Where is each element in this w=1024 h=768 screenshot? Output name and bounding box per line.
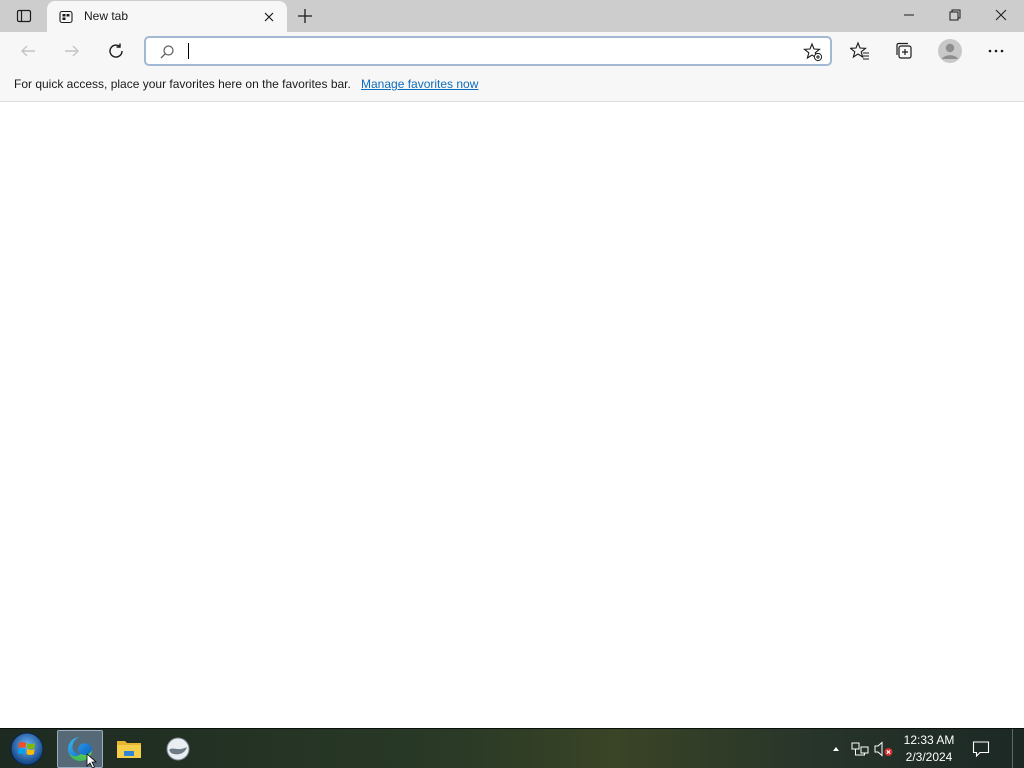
tab-close-button[interactable] <box>260 8 278 26</box>
refresh-button[interactable] <box>102 37 130 65</box>
tab-strip: New tab <box>0 0 1024 32</box>
tab-title: New tab <box>84 9 129 23</box>
address-input[interactable] <box>186 41 786 61</box>
favorites-icon <box>850 41 869 60</box>
page-content <box>0 103 1024 728</box>
tab-new-tab[interactable]: New tab <box>47 1 287 32</box>
close-icon <box>264 12 274 22</box>
volume-button[interactable] <box>874 739 894 759</box>
close-icon <box>995 9 1007 21</box>
taskbar-app[interactable] <box>155 730 201 768</box>
volume-muted-icon <box>874 741 893 757</box>
favorites-bar: For quick access, place your favorites h… <box>0 70 1024 102</box>
tab-actions-icon <box>16 9 32 23</box>
text-caret <box>188 43 189 59</box>
manage-favorites-link[interactable]: Manage favorites now <box>361 77 478 91</box>
profile-button[interactable] <box>936 37 964 65</box>
show-hidden-icons-button[interactable] <box>826 739 846 759</box>
action-center-button[interactable] <box>966 737 996 761</box>
minimize-icon <box>904 14 914 16</box>
clock-date: 2/3/2024 <box>905 750 953 764</box>
favorites-button[interactable] <box>846 37 874 65</box>
address-bar[interactable] <box>144 36 832 66</box>
add-favorite-button[interactable] <box>802 41 824 63</box>
chevron-up-icon <box>833 747 839 751</box>
search-icon <box>158 43 176 61</box>
plus-icon <box>298 9 312 23</box>
start-button[interactable] <box>6 731 48 767</box>
forward-button[interactable] <box>58 37 86 65</box>
taskbar-clock[interactable]: 12:33 AM 2/3/2024 <box>896 732 962 766</box>
windows-logo-icon <box>10 732 44 766</box>
mouse-cursor-icon <box>86 754 98 768</box>
network-button[interactable] <box>850 739 870 759</box>
file-explorer-icon <box>117 741 141 758</box>
profile-avatar <box>938 39 962 63</box>
arrow-right-icon <box>65 45 79 57</box>
collections-icon <box>896 42 912 59</box>
clock-time: 12:33 AM <box>903 733 955 747</box>
tab-actions-button[interactable] <box>10 4 38 28</box>
new-tab-page-icon <box>58 9 74 25</box>
browser-toolbar <box>0 32 1024 70</box>
refresh-icon <box>109 43 123 58</box>
star-add-icon <box>803 42 823 62</box>
taskbar: 12:33 AM 2/3/2024 <box>0 728 1024 768</box>
network-icon <box>851 742 869 756</box>
arrow-left-icon <box>21 45 35 57</box>
restore-icon <box>949 9 961 21</box>
app-icon <box>166 737 190 761</box>
show-desktop-button[interactable] <box>1012 729 1024 768</box>
restore-button[interactable] <box>932 0 978 30</box>
favorites-bar-message: For quick access, place your favorites h… <box>14 77 351 91</box>
settings-and-more-button[interactable] <box>982 37 1010 65</box>
minimize-button[interactable] <box>886 0 932 30</box>
new-tab-button[interactable] <box>293 4 317 28</box>
close-window-button[interactable] <box>978 0 1024 30</box>
notification-icon <box>972 741 990 758</box>
collections-button[interactable] <box>890 37 918 65</box>
back-button[interactable] <box>14 37 42 65</box>
more-icon <box>988 49 1004 53</box>
taskbar-file-explorer[interactable] <box>106 730 152 768</box>
